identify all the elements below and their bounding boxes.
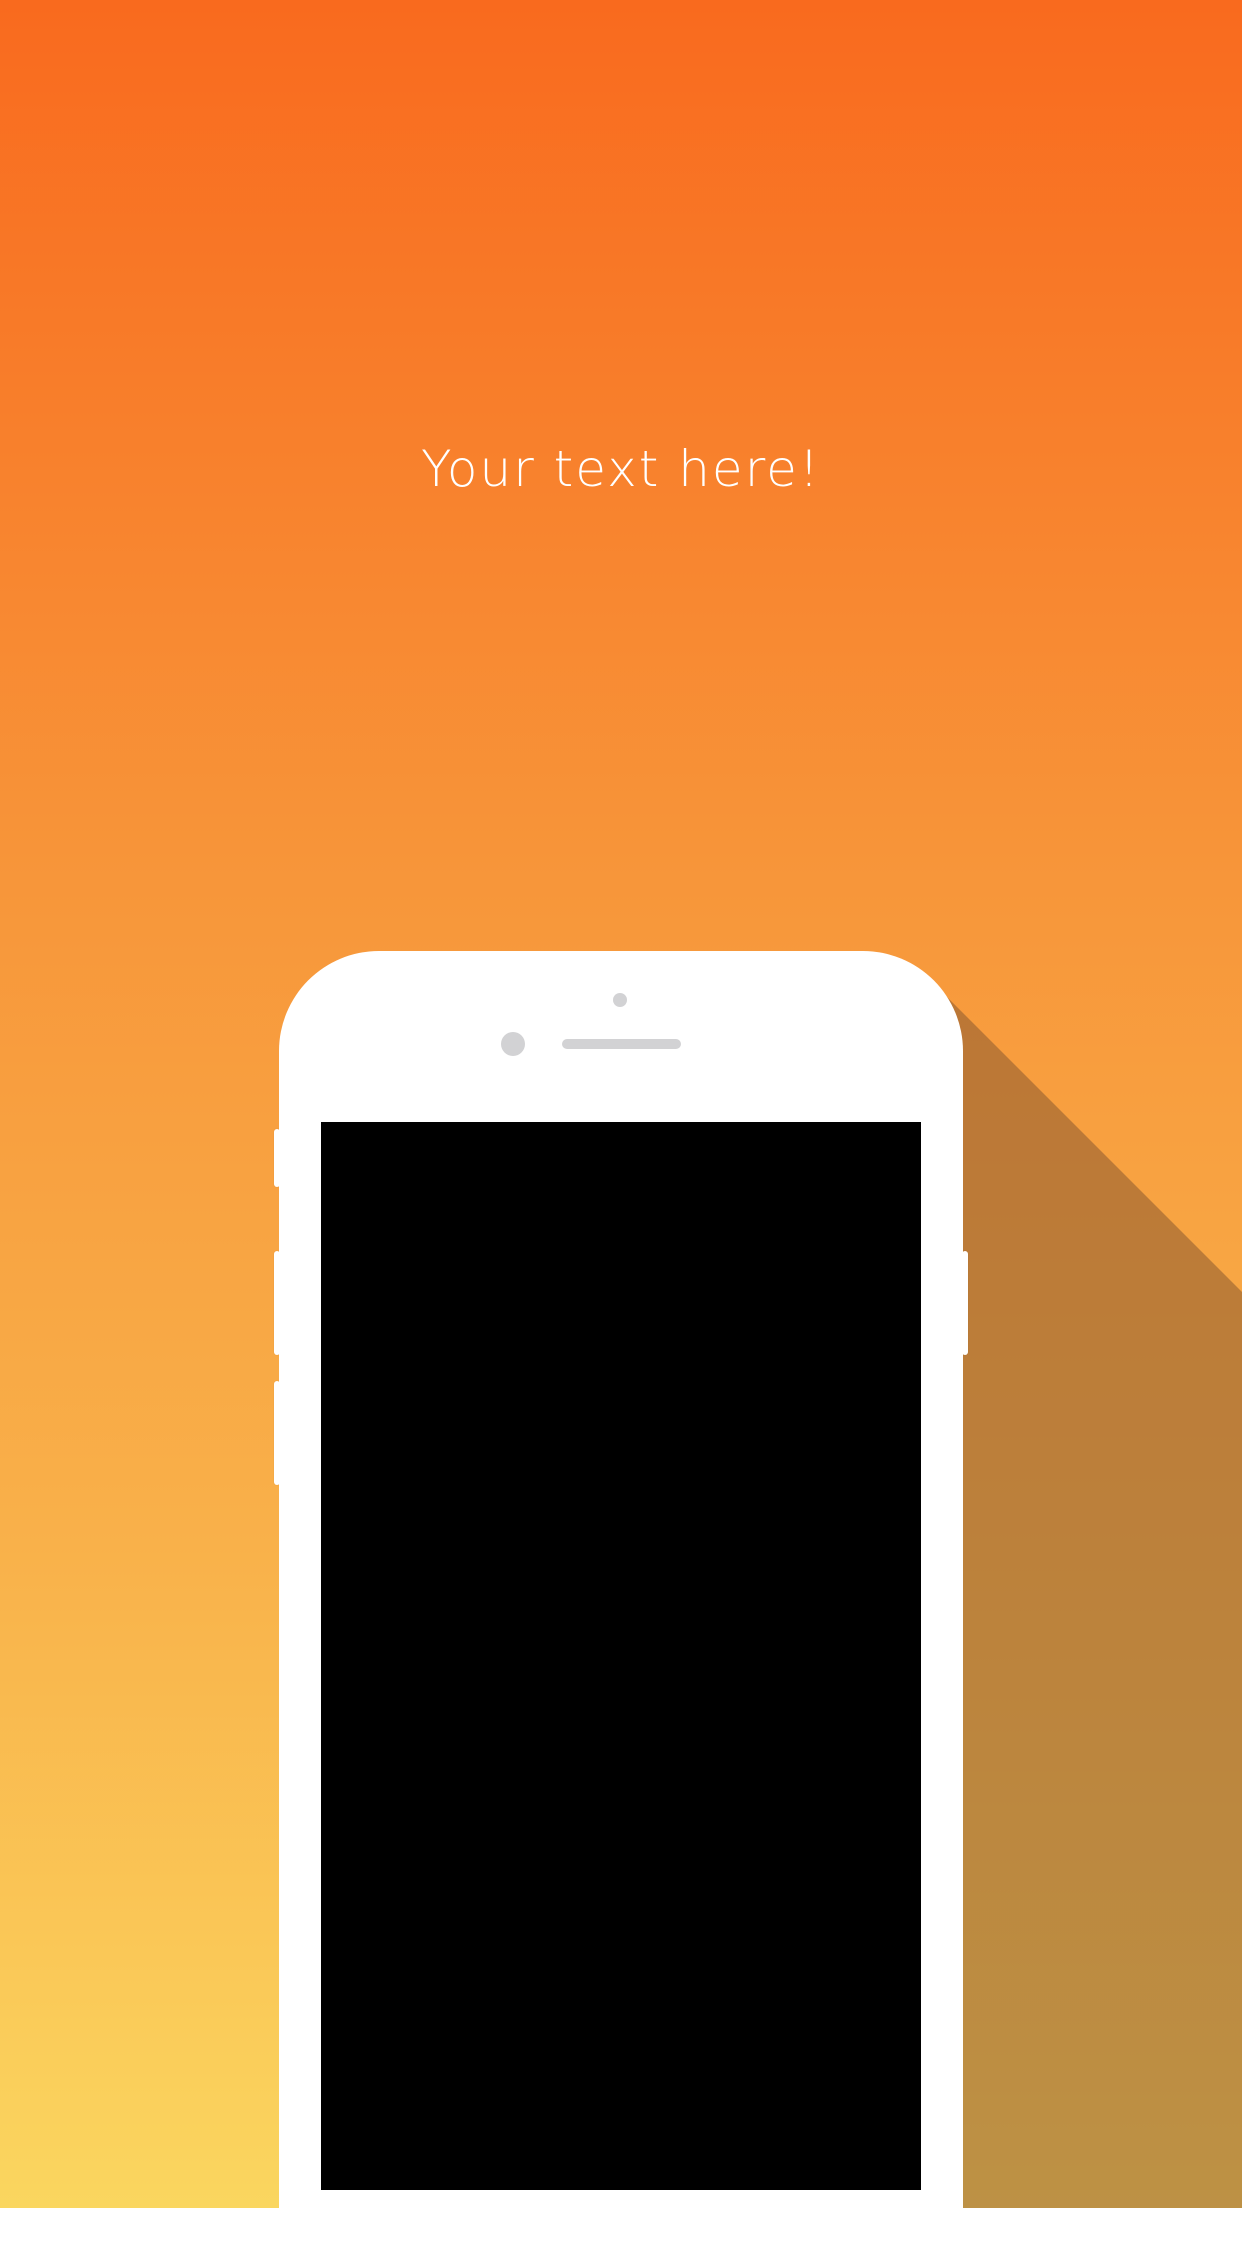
earpiece-speaker <box>562 1039 681 1049</box>
proximity-sensor-icon <box>613 993 627 1007</box>
headline-text: Your text here! <box>421 440 821 498</box>
phone-screen <box>321 1122 921 2190</box>
front-camera-icon <box>501 1032 525 1056</box>
